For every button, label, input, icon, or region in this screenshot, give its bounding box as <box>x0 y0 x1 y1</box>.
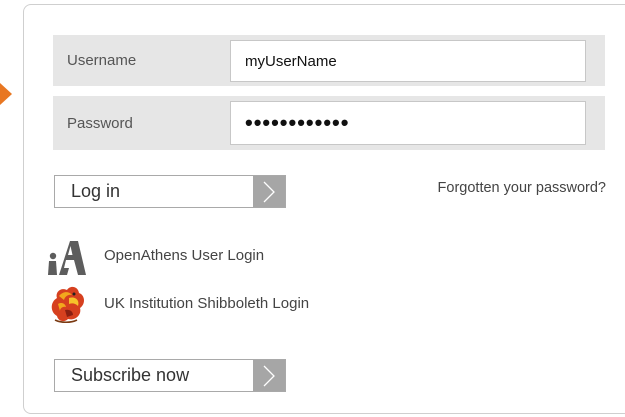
subscribe-button-label: Subscribe now <box>71 365 190 385</box>
shibboleth-griffin-icon <box>45 282 89 324</box>
openathens-login-link[interactable]: OpenAthens User Login <box>45 234 264 276</box>
chevron-right-icon <box>253 360 285 391</box>
username-label: Username <box>67 52 137 69</box>
pointer-arrow-icon <box>0 83 12 105</box>
username-input[interactable] <box>230 40 586 82</box>
password-row: Password <box>53 96 605 150</box>
openathens-login-label: OpenAthens User Login <box>104 246 265 264</box>
password-label: Password <box>67 114 133 132</box>
login-button-label: Log in <box>71 181 121 201</box>
chevron-right-icon <box>253 176 285 207</box>
login-button[interactable]: Log in <box>54 175 286 208</box>
shibboleth-login-link[interactable]: UK Institution Shibboleth Login <box>45 282 309 324</box>
openathens-logo-icon <box>45 234 89 276</box>
shibboleth-login-label: UK Institution Shibboleth Login <box>104 294 310 312</box>
password-input[interactable] <box>230 101 586 145</box>
forgot-password-link[interactable]: Forgotten your password? <box>438 180 606 196</box>
subscribe-button[interactable]: Subscribe now <box>54 359 286 392</box>
username-row: Username <box>53 35 605 86</box>
